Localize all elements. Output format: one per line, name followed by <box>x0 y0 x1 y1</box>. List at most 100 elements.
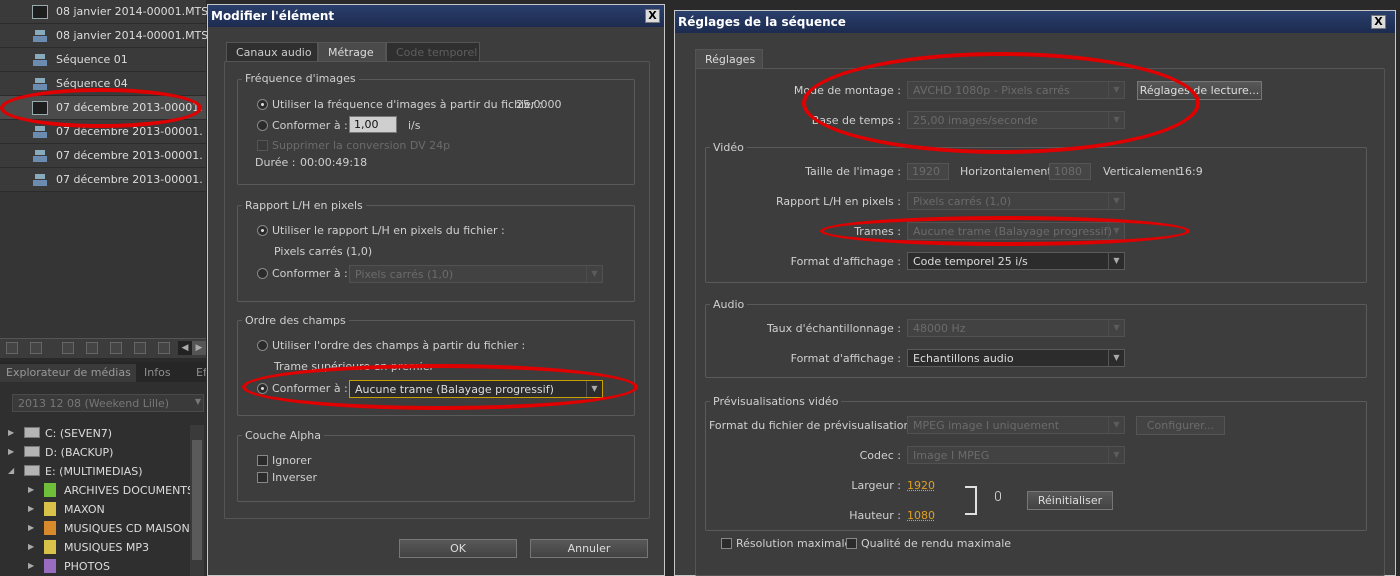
scroll-left-icon[interactable]: ◀ <box>178 341 192 355</box>
chevron-down-icon: ▼ <box>1108 417 1124 433</box>
video-display-select[interactable]: Code temporel 25 i/s ▼ <box>907 252 1125 270</box>
preview-format-select[interactable]: MPEG image I uniquement ▼ <box>907 416 1125 434</box>
tab-infos[interactable]: Infos <box>138 364 188 382</box>
audio-display-select[interactable]: Echantillons audio ▼ <box>907 349 1125 367</box>
project-item[interactable]: 08 janvier 2014-00001.MTS <box>0 24 208 48</box>
tree-item[interactable]: ▶ MUSIQUES CD MAISON <box>0 519 206 538</box>
preview-height-label: Hauteur : <box>849 509 901 522</box>
chevron-down-icon: ▼ <box>1108 223 1124 239</box>
preview-format-label: Format du fichier de prévisualisation : <box>709 419 918 432</box>
new-bin-icon[interactable] <box>110 342 122 354</box>
alpha-invert-checkbox[interactable] <box>257 472 268 483</box>
fields-use-file-radio[interactable] <box>257 340 268 351</box>
frame-height-input[interactable]: 1080 <box>1049 163 1091 180</box>
drive-icon <box>24 427 40 438</box>
collapsed-arrow-icon[interactable]: ▶ <box>28 485 34 494</box>
tree-item[interactable]: ▶ C: (SEVEN7) <box>0 424 206 443</box>
sample-rate-select[interactable]: 48000 Hz ▼ <box>907 319 1125 337</box>
frame-width-input[interactable]: 1920 <box>907 163 949 180</box>
collapsed-arrow-icon[interactable]: ▶ <box>28 523 34 532</box>
folder-icon <box>44 483 56 497</box>
preview-width-value[interactable]: 1920 <box>907 479 935 492</box>
frame-size-label: Taille de l'image : <box>805 165 901 178</box>
tab-audio-channels[interactable]: Canaux audio <box>226 42 318 62</box>
zoom-slider-icon[interactable] <box>62 342 74 354</box>
video-display-select-value: Code temporel 25 i/s <box>913 255 1028 268</box>
modify-dialog-titlebar: Modifier l'élément <box>208 5 664 27</box>
sequence-icon <box>32 125 48 139</box>
pixel-use-file-radio[interactable] <box>257 225 268 236</box>
ok-button[interactable]: OK <box>399 539 517 558</box>
playback-settings-button[interactable]: Réglages de lecture... <box>1137 81 1262 100</box>
tab-media-browser[interactable]: Explorateur de médias <box>0 364 136 382</box>
project-item[interactable]: 07 décembre 2013-00001. <box>0 168 206 192</box>
trash-icon[interactable] <box>158 342 170 354</box>
pixel-aspect-title: Rapport L/H en pixels <box>242 199 366 212</box>
fields-conform-radio[interactable] <box>257 383 268 394</box>
preview-height-value[interactable]: 1080 <box>907 509 935 522</box>
tree-item[interactable]: ▶ MUSIQUES MP3 <box>0 538 206 557</box>
close-icon[interactable]: X <box>645 9 660 23</box>
seq-fields-select[interactable]: Aucune trame (Balayage progressif) ▼ <box>907 222 1125 240</box>
tree-item[interactable]: ▶ D: (BACKUP) <box>0 443 206 462</box>
project-item[interactable]: 07 décembre 2013-00001. <box>0 120 206 144</box>
collapsed-arrow-icon[interactable]: ▶ <box>28 561 34 570</box>
tab-effects[interactable]: Eff <box>190 364 206 382</box>
seq-pixel-aspect-label: Rapport L/H en pixels : <box>776 195 901 208</box>
timebase-select[interactable]: 25,00 images/seconde ▼ <box>907 111 1125 129</box>
preview-width-label: Largeur : <box>851 479 901 492</box>
alpha-ignore-checkbox[interactable] <box>257 455 268 466</box>
icon-view-icon[interactable] <box>30 342 42 354</box>
chain-link-icon[interactable] <box>995 491 1001 501</box>
tree-item[interactable]: ▶ PHOTOS <box>0 557 206 576</box>
framerate-input[interactable]: 1,00 <box>349 116 397 133</box>
tree-item[interactable]: ▶ ARCHIVES DOCUMENTS <box>0 481 206 500</box>
project-item[interactable]: 07 décembre 2013-00001. <box>0 96 206 120</box>
project-item-label: 07 décembre 2013-00001. <box>56 149 203 162</box>
folder-select[interactable]: 2013 12 08 (Weekend Lille) ▼ <box>12 394 204 412</box>
sample-rate-select-value: 48000 Hz <box>913 322 966 335</box>
seq-pixel-aspect-select-value: Pixels carrés (1,0) <box>913 195 1012 208</box>
tree-item[interactable]: ◢ E: (MULTIMEDIAS) <box>0 462 206 481</box>
tab-timecode[interactable]: Code temporel <box>386 42 480 62</box>
project-item[interactable]: 08 janvier 2014-00001.MTS <box>0 0 209 24</box>
max-quality-checkbox[interactable] <box>846 538 857 549</box>
max-resolution-label: Résolution maximale <box>736 537 852 550</box>
collapsed-arrow-icon[interactable]: ▶ <box>8 447 14 456</box>
max-resolution-checkbox[interactable] <box>721 538 732 549</box>
configure-button[interactable]: Configurer... <box>1136 416 1225 435</box>
framerate-use-file-radio[interactable] <box>257 99 268 110</box>
video-clip-icon <box>32 5 48 19</box>
framerate-conform-radio[interactable] <box>257 120 268 131</box>
collapsed-arrow-icon[interactable]: ▶ <box>8 428 14 437</box>
new-item-icon[interactable] <box>134 342 146 354</box>
sequence-icon <box>32 77 48 91</box>
collapsed-arrow-icon[interactable]: ▶ <box>28 504 34 513</box>
pixel-aspect-select[interactable]: Pixels carrés (1,0) ▼ <box>349 265 603 283</box>
codec-select[interactable]: Image I MPEG ▼ <box>907 446 1125 464</box>
list-view-icon[interactable] <box>6 342 18 354</box>
search-icon[interactable] <box>86 342 98 354</box>
edit-mode-select[interactable]: AVCHD 1080p - Pixels carrés ▼ <box>907 81 1125 99</box>
tab-settings[interactable]: Réglages <box>695 49 763 69</box>
project-item[interactable]: Séquence 04 <box>0 72 206 96</box>
expanded-arrow-icon[interactable]: ◢ <box>8 466 14 475</box>
scroll-right-icon[interactable]: ▶ <box>192 341 206 355</box>
pixel-conform-radio[interactable] <box>257 268 268 279</box>
field-order-select[interactable]: Aucune trame (Balayage progressif) ▼ <box>349 380 603 398</box>
tree-item[interactable]: ▶ MAXON <box>0 500 206 519</box>
close-icon[interactable]: X <box>1371 15 1386 29</box>
seq-pixel-aspect-select[interactable]: Pixels carrés (1,0) ▼ <box>907 192 1125 210</box>
fields-conform-label: Conformer à : <box>272 382 348 395</box>
project-item[interactable]: Séquence 01 <box>0 48 206 72</box>
codec-select-value: Image I MPEG <box>913 449 990 462</box>
project-item[interactable]: 07 décembre 2013-00001. <box>0 144 206 168</box>
project-item-label: 08 janvier 2014-00001.MTS <box>56 5 209 18</box>
horizontal-label: Horizontalement <box>960 165 1052 178</box>
remove-dv-checkbox[interactable] <box>257 140 268 151</box>
tab-footage[interactable]: Métrage <box>318 42 386 62</box>
tree-scrollbar-thumb[interactable] <box>192 440 202 560</box>
reset-button[interactable]: Réinitialiser <box>1027 491 1113 510</box>
cancel-button[interactable]: Annuler <box>530 539 648 558</box>
collapsed-arrow-icon[interactable]: ▶ <box>28 542 34 551</box>
